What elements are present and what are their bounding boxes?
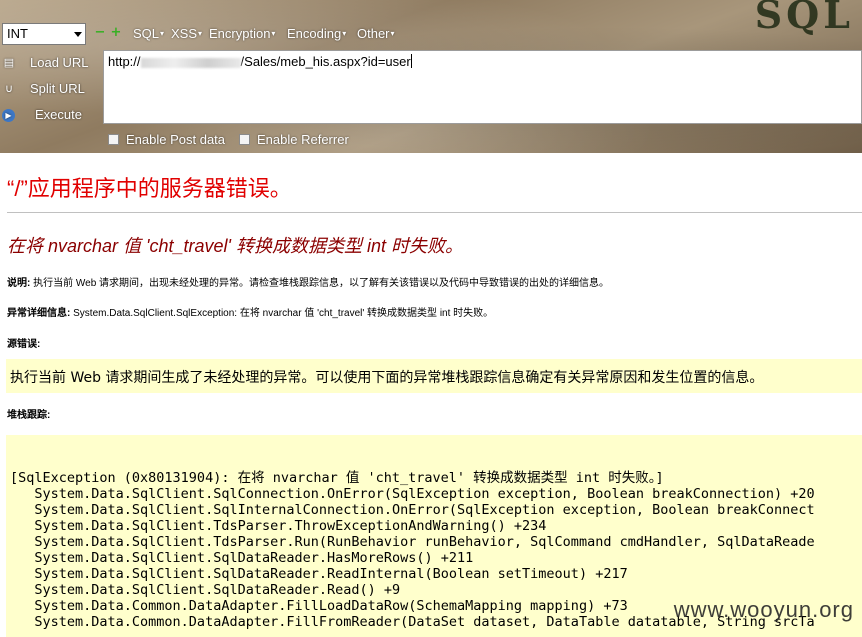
url-suffix: /Sales/meb_his.aspx?id=user: [240, 54, 411, 69]
menu-encryption[interactable]: Encryption▾: [209, 26, 275, 44]
menu-xss[interactable]: XSS▾: [171, 26, 202, 44]
text-cursor: [410, 54, 412, 68]
url-prefix: http://: [108, 54, 141, 69]
stack-trace-row: System.Data.SqlClient.SqlInternalConnect…: [10, 502, 815, 518]
url-textarea[interactable]: http:// /Sales/meb_his.aspx?id=user: [103, 50, 862, 124]
caret-icon: ▾: [160, 29, 165, 38]
zoom-in-icon[interactable]: +: [110, 26, 122, 39]
stack-trace-row: System.Data.SqlClient.SqlDataReader.Read…: [10, 582, 401, 598]
load-url-button[interactable]: ▤ Load URL: [0, 52, 102, 76]
split-url-icon: ∪: [4, 83, 14, 95]
source-error-box: 执行当前 Web 请求期间生成了未经处理的异常。可以使用下面的异常堆栈跟踪信息确…: [6, 359, 862, 393]
caret-icon: ▾: [342, 29, 347, 38]
menu-xss-label: XSS: [171, 26, 198, 41]
stack-trace-row: System.Data.SqlClient.TdsParser.Run(RunB…: [10, 534, 815, 550]
execute-button[interactable]: ▶ Execute: [0, 104, 102, 128]
stack-trace-row: System.Data.SqlClient.SqlConnection.OnEr…: [10, 486, 815, 502]
menu-other[interactable]: Other▾: [357, 26, 395, 44]
play-icon: ▶: [2, 109, 15, 122]
error-subtitle: 在将 nvarchar 值 'cht_travel' 转换成数据类型 int 时…: [7, 236, 463, 256]
description-label: 说明:: [7, 278, 31, 289]
split-url-button[interactable]: ∪ Split URL: [0, 78, 102, 102]
zoom-out-icon[interactable]: −: [94, 26, 106, 39]
execute-label: Execute: [35, 107, 82, 122]
load-url-icon: ▤: [3, 57, 15, 69]
caret-icon: ▾: [198, 29, 203, 38]
source-error-label: 源错误:: [7, 339, 41, 350]
caret-icon: ▾: [390, 29, 395, 38]
menu-sql[interactable]: SQL▾: [133, 26, 164, 44]
load-url-label: Load URL: [30, 55, 89, 70]
stack-trace-row: System.Data.SqlClient.TdsParser.ThrowExc…: [10, 518, 547, 534]
page-title: “/”应用程序中的服务器错误。: [7, 176, 292, 201]
menu-encryption-label: Encryption: [209, 26, 271, 41]
checkbox-box[interactable]: [108, 134, 119, 145]
watermark: www.wooyun.org: [673, 597, 854, 622]
split-url-label: Split URL: [30, 81, 85, 96]
enable-referrer-label: Enable Referrer: [257, 132, 349, 147]
stack-trace-row: [SqlException (0x80131904): 在将 nvarchar …: [10, 470, 664, 486]
redacted-host: [140, 57, 241, 68]
menu-encoding[interactable]: Encoding▾: [287, 26, 346, 44]
hackbar-toolbar: SQL INT − + SQL▾ XSS▾ Encryption▾ Encodi…: [0, 0, 862, 153]
menu-sql-label: SQL: [133, 26, 160, 41]
source-error-line: 源错误:: [7, 335, 40, 350]
stack-trace-line: 堆栈跟踪:: [7, 406, 50, 421]
hackbar-logo: SQL: [754, 0, 854, 37]
divider: [7, 212, 862, 213]
caret-icon: ▾: [271, 29, 276, 38]
description-line: 说明: 执行当前 Web 请求期间，出现未经处理的异常。请检查堆栈跟踪信息，以了…: [7, 274, 609, 289]
enable-post-label: Enable Post data: [126, 132, 226, 147]
description-text: 执行当前 Web 请求期间，出现未经处理的异常。请检查堆栈跟踪信息，以了解有关该…: [30, 278, 610, 289]
error-page: “/”应用程序中的服务器错误。 在将 nvarchar 值 'cht_trave…: [0, 153, 862, 637]
type-select[interactable]: INT: [2, 23, 86, 45]
stack-trace-row: System.Data.SqlClient.SqlDataReader.HasM…: [10, 550, 474, 566]
chevron-down-icon: [74, 32, 82, 37]
menu-encoding-label: Encoding: [287, 26, 342, 41]
type-select-value: INT: [7, 26, 28, 41]
stack-trace-row: System.Data.SqlClient.SqlDataReader.Read…: [10, 566, 628, 582]
stack-trace-label: 堆栈跟踪:: [7, 410, 51, 421]
exception-label: 异常详细信息:: [7, 308, 71, 319]
exception-line: 异常详细信息: System.Data.SqlClient.SqlExcepti…: [7, 304, 493, 319]
checkbox-box[interactable]: [239, 134, 250, 145]
exception-text: System.Data.SqlClient.SqlException: 在将 n…: [70, 308, 494, 319]
menu-other-label: Other: [357, 26, 390, 41]
